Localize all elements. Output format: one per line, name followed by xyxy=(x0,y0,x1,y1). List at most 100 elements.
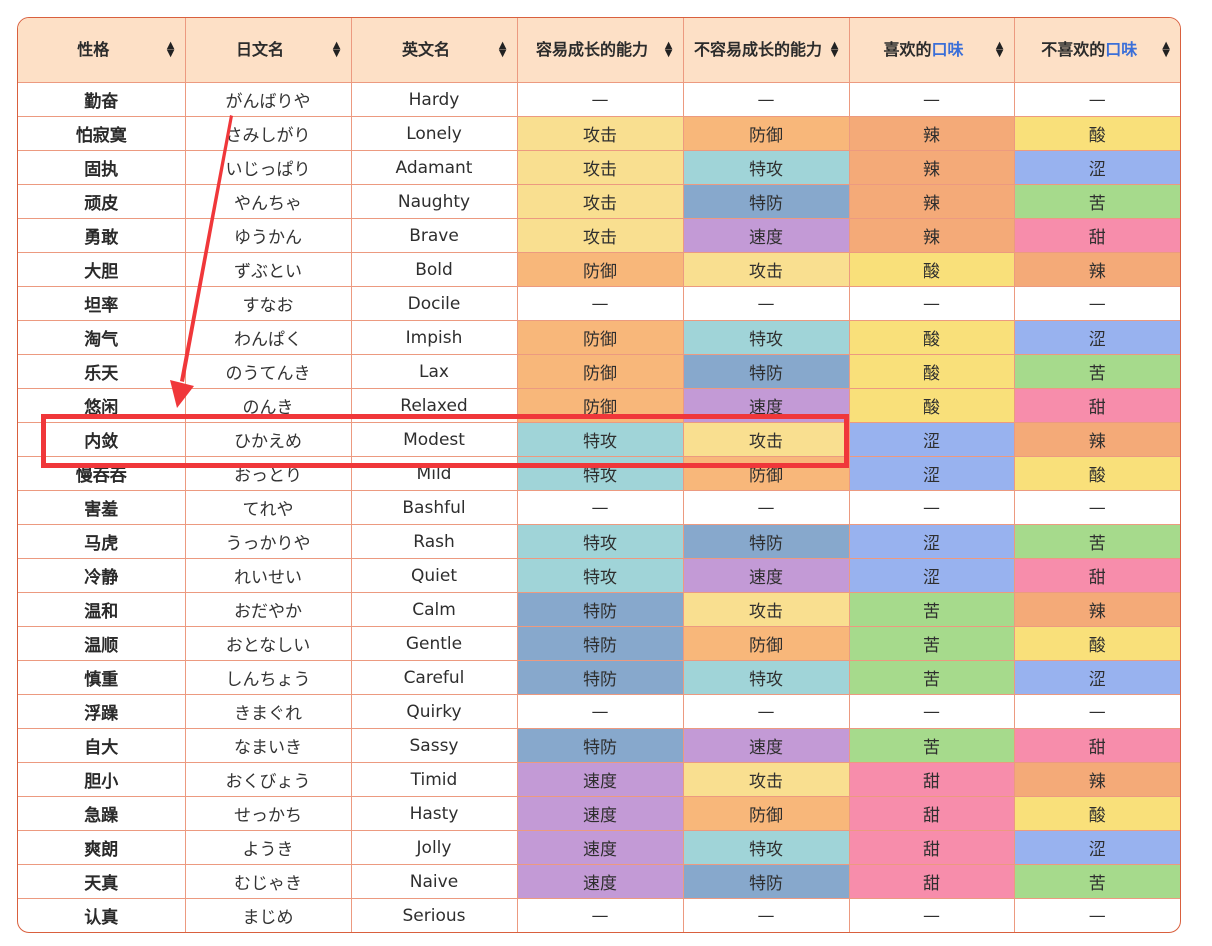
nature-cell: 急躁 xyxy=(18,796,186,831)
sort-icon[interactable]: ▲ ▼ xyxy=(333,41,341,59)
japanese-name-cell: さみしがり xyxy=(185,116,352,151)
column-header-nature[interactable]: 性格 ▲ ▼ xyxy=(18,18,186,83)
english-name-cell: Hardy xyxy=(351,82,518,117)
liked-flavor-cell: 涩 xyxy=(849,524,1015,559)
english-name-cell: Serious xyxy=(351,898,518,932)
column-header-disliked-flavor[interactable]: 不喜欢的口味 ▲ ▼ xyxy=(1014,18,1180,83)
english-name-cell: Timid xyxy=(351,762,518,797)
nature-cell: 慎重 xyxy=(18,660,186,695)
column-header-raised-stat[interactable]: 容易成长的能力 ▲ ▼ xyxy=(517,18,684,83)
raised-stat-cell: 特防 xyxy=(517,592,684,627)
sort-icon[interactable]: ▲ ▼ xyxy=(167,41,175,59)
japanese-name-cell: おだやか xyxy=(185,592,352,627)
column-header-label: 日文名 xyxy=(235,40,284,59)
nature-cell: 勇敢 xyxy=(18,218,186,253)
table-row: 悠闲 のんき Relaxed 防御 速度酸甜 xyxy=(18,388,1180,423)
english-name-cell: Naive xyxy=(351,864,518,899)
disliked-flavor-cell: 酸 xyxy=(1014,116,1180,151)
sort-icon[interactable]: ▲ ▼ xyxy=(665,41,673,59)
japanese-name-cell: やんちゃ xyxy=(185,184,352,219)
english-name-cell: Hasty xyxy=(351,796,518,831)
table-row: 天真 むじゃき Naive 速度 特防甜苦 xyxy=(18,864,1180,899)
sort-icon[interactable]: ▲ ▼ xyxy=(499,41,507,59)
nature-table: 性格 ▲ ▼ 日文名 ▲ ▼ 英文名 ▲ ▼ 容易成长的能力 ▲ ▼ 不容易成长的能力 ▲ ▼ 喜欢的口味 ▲ ▼… xyxy=(18,18,1180,932)
lowered-stat-cell: 特攻 xyxy=(683,660,850,695)
lowered-stat-cell: — xyxy=(683,490,850,525)
raised-stat-cell: — xyxy=(517,898,684,932)
column-header-japanese-name[interactable]: 日文名 ▲ ▼ xyxy=(185,18,352,83)
table-row: 温和 おだやか Calm 特防 攻击苦辣 xyxy=(18,592,1180,627)
japanese-name-cell: おくびょう xyxy=(185,762,352,797)
liked-flavor-cell: 甜 xyxy=(849,830,1015,865)
english-name-cell: Bashful xyxy=(351,490,518,525)
disliked-flavor-cell: — xyxy=(1014,694,1180,729)
column-header-label: 性格 xyxy=(77,40,110,59)
disliked-flavor-cell: 苦 xyxy=(1014,864,1180,899)
nature-cell: 大胆 xyxy=(18,252,186,287)
disliked-flavor-cell: 苦 xyxy=(1014,524,1180,559)
lowered-stat-cell: 特攻 xyxy=(683,830,850,865)
liked-flavor-cell: 甜 xyxy=(849,762,1015,797)
liked-flavor-cell: 涩 xyxy=(849,558,1015,593)
raised-stat-cell: — xyxy=(517,490,684,525)
column-header-english-name[interactable]: 英文名 ▲ ▼ xyxy=(351,18,518,83)
japanese-name-cell: れいせい xyxy=(185,558,352,593)
lowered-stat-cell: 防御 xyxy=(683,456,850,491)
english-name-cell: Quirky xyxy=(351,694,518,729)
lowered-stat-cell: 速度 xyxy=(683,388,850,423)
disliked-flavor-cell: 酸 xyxy=(1014,456,1180,491)
liked-flavor-cell: — xyxy=(849,490,1015,525)
column-header-liked-flavor[interactable]: 喜欢的口味 ▲ ▼ xyxy=(849,18,1015,83)
column-header-accent-label: 口味 xyxy=(1105,40,1138,59)
nature-cell: 坦率 xyxy=(18,286,186,321)
sort-icon[interactable]: ▲ ▼ xyxy=(831,41,839,59)
disliked-flavor-cell: 甜 xyxy=(1014,388,1180,423)
column-header-label: 喜欢的 xyxy=(883,40,932,59)
column-header-label: 不容易成长的能力 xyxy=(693,40,822,59)
raised-stat-cell: 特攻 xyxy=(517,558,684,593)
disliked-flavor-cell: 酸 xyxy=(1014,796,1180,831)
lowered-stat-cell: 特防 xyxy=(683,864,850,899)
japanese-name-cell: ずぶとい xyxy=(185,252,352,287)
nature-cell: 顽皮 xyxy=(18,184,186,219)
liked-flavor-cell: 苦 xyxy=(849,592,1015,627)
japanese-name-cell: おっとり xyxy=(185,456,352,491)
table-row: 勇敢 ゆうかん Brave 攻击 速度辣甜 xyxy=(18,218,1180,253)
table-row-highlighted: 内敛 ひかえめ Modest 特攻 攻击涩辣 xyxy=(18,422,1180,457)
liked-flavor-cell: 酸 xyxy=(849,252,1015,287)
japanese-name-cell: まじめ xyxy=(185,898,352,932)
disliked-flavor-cell: 辣 xyxy=(1014,762,1180,797)
nature-cell: 温顺 xyxy=(18,626,186,661)
japanese-name-cell: がんばりや xyxy=(185,82,352,117)
english-name-cell: Modest xyxy=(351,422,518,457)
raised-stat-cell: 速度 xyxy=(517,796,684,831)
nature-cell: 悠闲 xyxy=(18,388,186,423)
column-header-label: 英文名 xyxy=(401,40,450,59)
column-header-lowered-stat[interactable]: 不容易成长的能力 ▲ ▼ xyxy=(683,18,850,83)
nature-cell: 勤奋 xyxy=(18,82,186,117)
raised-stat-cell: 特攻 xyxy=(517,456,684,491)
english-name-cell: Naughty xyxy=(351,184,518,219)
raised-stat-cell: 防御 xyxy=(517,320,684,355)
english-name-cell: Brave xyxy=(351,218,518,253)
lowered-stat-cell: 防御 xyxy=(683,116,850,151)
raised-stat-cell: 攻击 xyxy=(517,184,684,219)
lowered-stat-cell: 特攻 xyxy=(683,150,850,185)
english-name-cell: Lonely xyxy=(351,116,518,151)
sort-icon[interactable]: ▲ ▼ xyxy=(996,41,1004,59)
sort-icon[interactable]: ▲ ▼ xyxy=(1162,41,1170,59)
table-row: 害羞 てれや Bashful — — — — xyxy=(18,490,1180,525)
disliked-flavor-cell: 苦 xyxy=(1014,184,1180,219)
liked-flavor-cell: 辣 xyxy=(849,150,1015,185)
column-header-label: 容易成长的能力 xyxy=(535,40,648,59)
raised-stat-cell: 特防 xyxy=(517,626,684,661)
disliked-flavor-cell: 涩 xyxy=(1014,660,1180,695)
lowered-stat-cell: 速度 xyxy=(683,728,850,763)
liked-flavor-cell: 辣 xyxy=(849,116,1015,151)
disliked-flavor-cell: 甜 xyxy=(1014,558,1180,593)
liked-flavor-cell: 酸 xyxy=(849,320,1015,355)
nature-cell: 爽朗 xyxy=(18,830,186,865)
disliked-flavor-cell: 涩 xyxy=(1014,830,1180,865)
table-row: 乐天 のうてんき Lax 防御 特防酸苦 xyxy=(18,354,1180,389)
disliked-flavor-cell: 辣 xyxy=(1014,422,1180,457)
